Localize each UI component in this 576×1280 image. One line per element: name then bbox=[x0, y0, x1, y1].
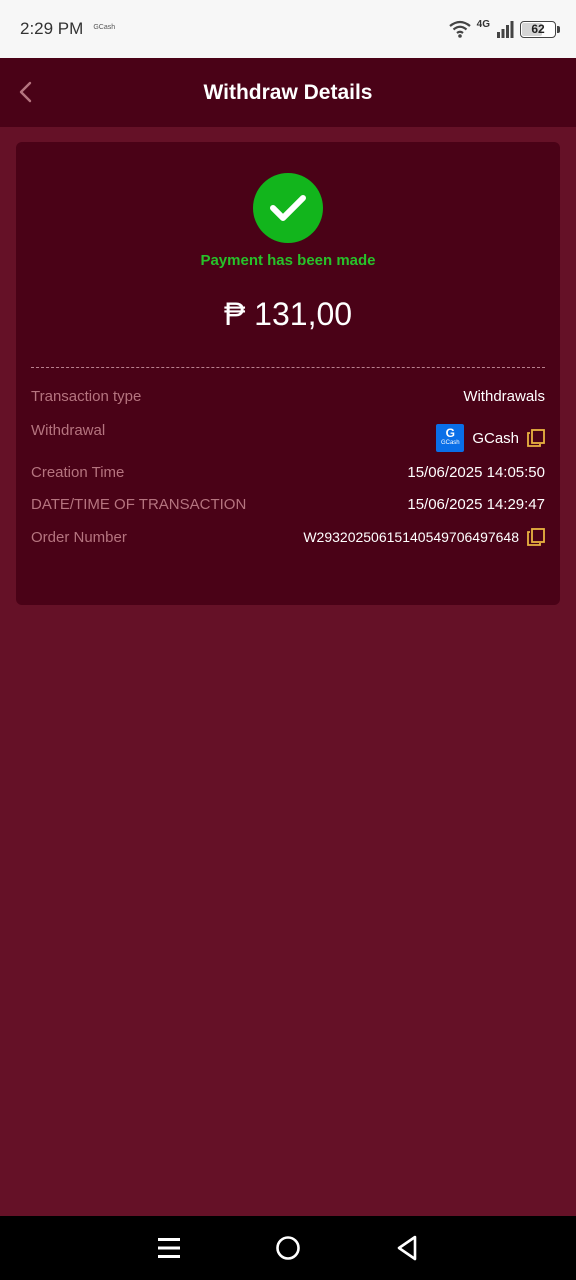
back-triangle-icon bbox=[397, 1235, 416, 1261]
withdraw-details-card: Payment has been made ₱ 131,00 Transacti… bbox=[16, 142, 560, 605]
status-app-label: GCash bbox=[93, 23, 116, 31]
battery-icon: 62 bbox=[520, 20, 560, 38]
home-circle-icon bbox=[276, 1236, 300, 1260]
row-label: Withdrawal bbox=[31, 422, 106, 439]
nav-menu-button[interactable] bbox=[149, 1228, 189, 1268]
divider bbox=[31, 367, 545, 368]
row-label: Order Number bbox=[31, 528, 127, 546]
nav-home-button[interactable] bbox=[268, 1228, 308, 1268]
copy-icon[interactable] bbox=[527, 528, 545, 546]
row-transaction-datetime: DATE/TIME OF TRANSACTION 15/06/2025 14:2… bbox=[31, 496, 545, 513]
status-indicators: 4G 62 bbox=[448, 18, 560, 38]
row-creation-time: Creation Time 15/06/2025 14:05:50 bbox=[31, 464, 545, 481]
gcash-logo: G GCash bbox=[436, 424, 465, 452]
network-type: 4G bbox=[476, 18, 490, 30]
withdraw-amount: ₱ 131,00 bbox=[223, 296, 353, 332]
row-value: Withdrawals bbox=[463, 388, 545, 405]
wifi-icon bbox=[448, 20, 471, 38]
back-button[interactable] bbox=[12, 78, 40, 106]
row-value-group: G GCash GCash bbox=[436, 424, 545, 452]
row-label: Transaction type bbox=[31, 388, 142, 405]
menu-icon bbox=[158, 1238, 181, 1258]
chevron-left-icon bbox=[19, 81, 32, 103]
payment-status-message: Payment has been made bbox=[200, 252, 376, 269]
copy-icon[interactable] bbox=[527, 429, 545, 447]
row-withdrawal: Withdrawal G GCash GCash bbox=[31, 422, 545, 452]
nav-back-button[interactable] bbox=[387, 1228, 427, 1268]
row-transaction-type: Transaction type Withdrawals bbox=[31, 388, 545, 405]
signal-icon bbox=[497, 21, 514, 38]
order-number: W2932025061514054970649764​8 bbox=[303, 529, 519, 545]
check-circle-icon bbox=[253, 173, 323, 243]
status-time: 2:29 PM bbox=[20, 19, 84, 38]
system-nav-bar bbox=[0, 1216, 576, 1280]
page-title: Withdraw Details bbox=[203, 80, 373, 104]
status-bar: 2:29 PM GCash 4G 62 bbox=[0, 0, 576, 58]
row-label: DATE/TIME OF TRANSACTION bbox=[31, 496, 247, 513]
row-label: Creation Time bbox=[31, 464, 125, 481]
withdrawal-method: GCash bbox=[472, 429, 519, 447]
row-value: 15/06/2025 14:05:50 bbox=[407, 464, 545, 481]
battery-level: 62 bbox=[531, 22, 545, 36]
row-order-number: Order Number W2932025061514054970649764​… bbox=[31, 528, 545, 546]
app-header: Withdraw Details bbox=[0, 58, 576, 127]
gcash-logo-text: GCash bbox=[440, 440, 460, 446]
row-value-group: W2932025061514054970649764​8 bbox=[303, 528, 545, 546]
row-value: 15/06/2025 14:29:47 bbox=[407, 496, 545, 513]
